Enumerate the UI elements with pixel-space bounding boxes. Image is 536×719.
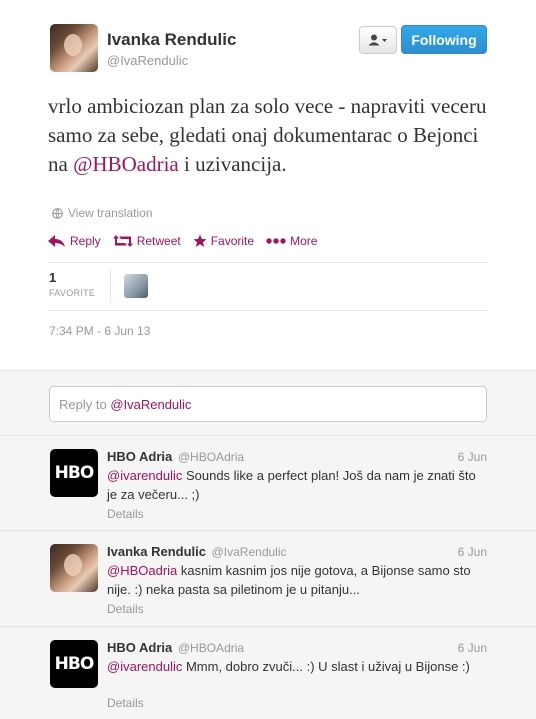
more-label: More xyxy=(290,234,318,248)
globe-icon xyxy=(52,207,63,219)
reply-text: @HBOadria kasnim kasnim jos nije gotova,… xyxy=(107,561,487,599)
reply-author[interactable]: HBO Adria @HBOAdria xyxy=(107,640,244,655)
tweet-text: vrlo ambiciozan plan za solo vece - napr… xyxy=(48,92,488,179)
details-link[interactable]: Details xyxy=(107,507,144,521)
author-handle[interactable]: @IvaRendulic xyxy=(107,53,188,68)
favoriter-avatar[interactable] xyxy=(124,274,148,298)
reply-area: Reply to @IvaRendulic xyxy=(0,370,536,436)
favorite-action[interactable]: Favorite xyxy=(193,234,254,248)
hbo-logo: HBO xyxy=(54,654,95,674)
tweet-mention-link[interactable]: @HBOadria xyxy=(73,152,179,176)
reply-tweet[interactable]: HBO HBO Adria @HBOAdria 6 Jun @ivarendul… xyxy=(0,436,536,531)
more-dots-icon xyxy=(266,238,286,244)
reply-text: @ivarendulic Sounds like a perfect plan!… xyxy=(107,466,487,504)
reply-mention: @IvaRendulic xyxy=(110,397,192,412)
author-name[interactable]: Ivanka Rendulic xyxy=(107,30,236,50)
reply-author-handle: @HBOAdria xyxy=(177,450,245,464)
reply-author[interactable]: HBO Adria @HBOAdria xyxy=(107,449,244,464)
divider xyxy=(48,310,488,311)
details-link[interactable]: Details xyxy=(107,602,144,616)
hbo-avatar[interactable]: HBO xyxy=(50,449,98,497)
reply-time[interactable]: 6 Jun xyxy=(458,450,487,464)
reply-mention-link[interactable]: @ivarendulic xyxy=(107,659,182,674)
author-avatar[interactable] xyxy=(50,24,98,72)
hbo-avatar[interactable]: HBO xyxy=(50,640,98,688)
reply-input[interactable]: Reply to @IvaRendulic xyxy=(49,386,487,422)
tweet-timestamp: 7:34 PM - 6 Jun 13 xyxy=(49,324,151,338)
more-action[interactable]: More xyxy=(266,234,317,248)
reply-time[interactable]: 6 Jun xyxy=(458,641,487,655)
details-link[interactable]: Details xyxy=(107,696,144,710)
divider xyxy=(48,262,488,263)
view-translation-label: View translation xyxy=(68,206,153,220)
retweet-label: Retweet xyxy=(136,234,181,248)
favorites-count[interactable]: 1 xyxy=(49,270,56,285)
reply-mention-link[interactable]: @HBOadria xyxy=(107,563,177,578)
hbo-logo: HBO xyxy=(54,463,95,483)
reply-tweet[interactable]: Ivanka Rendulic @IvaRendulic 6 Jun @HBOa… xyxy=(0,531,536,627)
tweet-detail: Ivanka Rendulic @IvaRendulic Following v… xyxy=(0,0,536,370)
reply-text-body: Mmm, dobro zvuči... :) U slast i uživaj … xyxy=(182,659,470,674)
divider xyxy=(110,268,111,302)
user-actions-button[interactable] xyxy=(359,26,397,54)
star-icon xyxy=(193,234,207,247)
favorite-label: Favorite xyxy=(210,234,255,248)
tweet-actions: Reply Retweet Favorite More xyxy=(48,234,317,248)
reply-mention-link[interactable]: @ivarendulic xyxy=(107,468,182,483)
reply-label: Reply xyxy=(70,234,101,248)
reply-text: @ivarendulic Mmm, dobro zvuči... :) U sl… xyxy=(107,657,487,676)
view-translation-link[interactable]: View translation xyxy=(52,206,153,220)
reply-author-handle: @IvaRendulic xyxy=(211,545,287,559)
retweet-icon xyxy=(112,235,133,247)
retweet-action[interactable]: Retweet xyxy=(112,234,181,248)
tweet-text-part: i uzivancija. xyxy=(178,152,287,176)
author-avatar[interactable] xyxy=(50,544,98,592)
user-icon xyxy=(368,34,387,46)
reply-tweet[interactable]: HBO HBO Adria @HBOAdria 6 Jun @ivarendul… xyxy=(0,627,536,719)
reply-time[interactable]: 6 Jun xyxy=(458,545,487,559)
favorites-label: FAVORITE xyxy=(49,288,96,298)
reply-author-handle: @HBOAdria xyxy=(177,641,245,655)
reply-action[interactable]: Reply xyxy=(48,234,101,248)
reply-author[interactable]: Ivanka Rendulic @IvaRendulic xyxy=(107,544,287,559)
following-button[interactable]: Following xyxy=(401,25,487,54)
reply-author-name: Ivanka Rendulic xyxy=(107,544,206,559)
reply-author-name: HBO Adria xyxy=(107,449,173,464)
reply-author-name: HBO Adria xyxy=(107,640,173,655)
reply-prefix: Reply to xyxy=(59,397,111,412)
reply-icon xyxy=(48,235,65,247)
